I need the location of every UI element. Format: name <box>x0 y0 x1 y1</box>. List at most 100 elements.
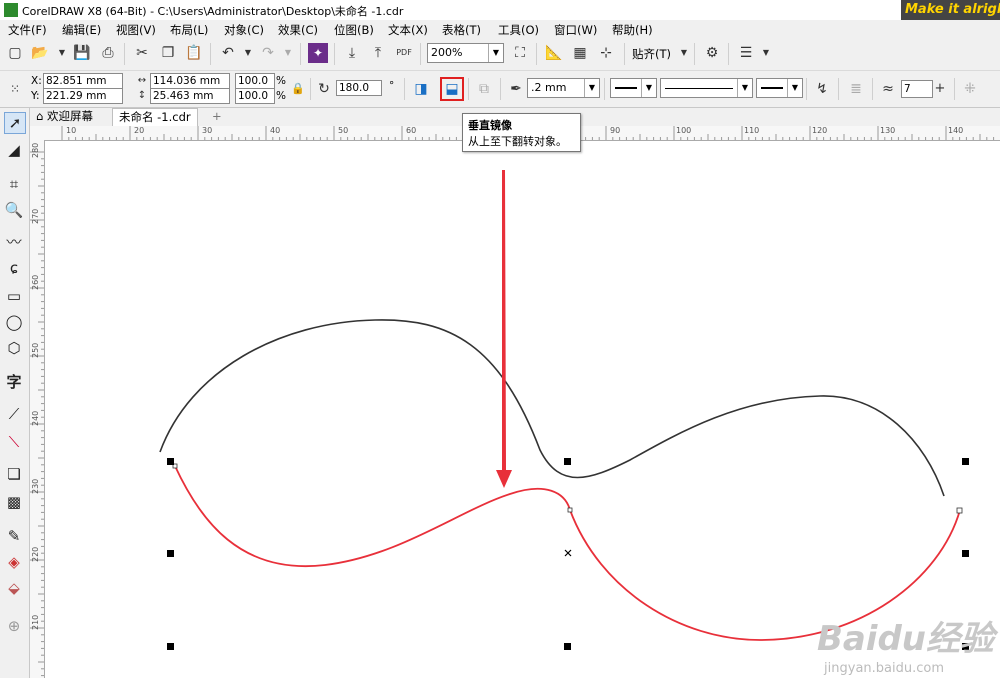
full-screen-icon[interactable]: ⛶ <box>510 43 530 63</box>
menu-table[interactable]: 表格(T) <box>442 22 481 38</box>
zoom-dropdown-icon[interactable]: ▼ <box>488 44 503 62</box>
cut-icon[interactable]: ✂ <box>132 43 152 63</box>
mirror-horizontal-icon[interactable]: ◨ <box>411 79 431 99</box>
polygon-tool-icon[interactable]: ⬡ <box>4 338 24 358</box>
end-arrowhead-line-icon <box>761 87 783 89</box>
end-arrowhead-combo[interactable]: ▼ <box>756 78 803 98</box>
menu-effects[interactable]: 效果(C) <box>278 22 318 38</box>
search-content-icon[interactable]: ✦ <box>308 43 328 63</box>
ruler-v-label: 280 <box>31 142 40 158</box>
line-style-dropdown-icon[interactable]: ▼ <box>737 79 752 97</box>
lock-ratio-icon[interactable]: 🔒 <box>288 79 308 99</box>
open-folder-icon[interactable]: 📂 <box>30 43 50 63</box>
menu-object[interactable]: 对象(C) <box>224 22 264 38</box>
connector-tool-icon[interactable]: ⟍ <box>4 432 24 452</box>
handle-top-left <box>167 458 174 465</box>
tab-document[interactable]: 未命名 -1.cdr <box>112 108 198 126</box>
menu-bitmaps[interactable]: 位图(B) <box>334 22 374 38</box>
redo-icon: ↷ <box>262 45 274 61</box>
ellipse-tool-icon[interactable]: ◯ <box>4 312 24 332</box>
menu-help[interactable]: 帮助(H) <box>612 22 653 38</box>
application-launcher-icon[interactable]: ☰ <box>736 43 756 63</box>
import-icon[interactable]: ⤓ <box>342 43 362 63</box>
crop-tool-icon[interactable]: ⌗ <box>4 174 24 194</box>
zoom-tool-icon[interactable]: 🔍 <box>4 200 24 220</box>
x-position-field[interactable]: 82.851 mm <box>43 73 123 89</box>
menu-edit[interactable]: 编辑(E) <box>62 22 101 38</box>
mirror-vertical-tooltip: 垂直镜像 从上至下翻转对象。 <box>462 113 581 152</box>
outline-width-dropdown-icon[interactable]: ▼ <box>584 79 599 97</box>
shape-tool-icon[interactable]: ◢ <box>4 140 24 160</box>
outline-pen-icon[interactable]: ✒ <box>506 79 526 99</box>
paste-icon[interactable]: 📋 <box>184 43 204 63</box>
home-icon: ⌂ <box>36 109 44 123</box>
start-arrowhead-combo[interactable]: ▼ <box>610 78 657 98</box>
parallel-dimension-icon[interactable]: ⟋ <box>4 404 24 424</box>
end-arrowhead-dropdown-icon[interactable]: ▼ <box>787 79 802 97</box>
rectangle-tool-icon[interactable]: ▭ <box>4 286 24 306</box>
copy-icon[interactable]: ❐ <box>158 43 178 63</box>
curve-mid-node <box>567 507 573 513</box>
scale-height-field[interactable]: 100.0 <box>235 88 275 104</box>
undo-icon[interactable]: ↶ <box>218 43 238 63</box>
menu-view[interactable]: 视图(V) <box>116 22 156 38</box>
print-icon[interactable]: ⎙ <box>98 43 118 63</box>
menu-text[interactable]: 文本(X) <box>388 22 428 38</box>
scale-width-field[interactable]: 100.0 <box>235 73 275 89</box>
undo-dropdown-icon[interactable]: ▼ <box>238 43 258 63</box>
y-position-field[interactable]: 221.29 mm <box>43 88 123 104</box>
launcher-dropdown-icon[interactable]: ▼ <box>756 43 776 63</box>
transparency-tool-icon[interactable]: ▩ <box>4 492 24 512</box>
menu-file[interactable]: 文件(F) <box>8 22 47 38</box>
smart-fill-icon[interactable]: ⬙ <box>4 578 24 598</box>
show-guidelines-icon[interactable]: ⊹ <box>596 43 616 63</box>
add-tool-icon[interactable]: ⊕ <box>4 616 24 636</box>
eyedropper-tool-icon[interactable]: ✎ <box>4 526 24 546</box>
options-gear-icon[interactable]: ⚙ <box>702 43 722 63</box>
line-style-combo[interactable]: ▼ <box>660 78 753 98</box>
freehand-tool-icon[interactable]: 〰 <box>4 232 24 252</box>
tab-welcome-screen[interactable]: ⌂ 欢迎屏幕 <box>30 108 99 125</box>
publish-pdf-icon[interactable]: PDF <box>394 43 414 63</box>
start-arrowhead-dropdown-icon[interactable]: ▼ <box>641 79 656 97</box>
ruler-origin[interactable] <box>30 126 44 140</box>
nodes-spread-icon: ⁜ <box>964 81 976 97</box>
snap-dropdown-icon[interactable]: ▼ <box>674 43 694 63</box>
reference-point-icon[interactable]: ⁙ <box>5 79 25 99</box>
ruler-v-label: 240 <box>31 410 40 426</box>
drop-shadow-icon[interactable]: ❏ <box>4 464 24 484</box>
artistic-media-icon[interactable]: ɕ <box>4 258 24 278</box>
ruler-h-label: 10 <box>66 126 77 135</box>
mirror-vertical-icon[interactable]: ⬓ <box>440 77 464 101</box>
height-field[interactable]: 25.463 mm <box>150 88 230 104</box>
zoom-level-combo[interactable]: 200% ▼ <box>427 43 504 63</box>
pick-tool-icon[interactable]: ➚ <box>4 112 26 134</box>
save-icon[interactable]: 💾 <box>72 43 92 63</box>
drawing-canvas[interactable]: Baidu经验 jingyan.baidu.com <box>45 141 1000 678</box>
text-tool-icon[interactable]: 字 <box>4 372 24 392</box>
outline-width-combo[interactable]: .2 mm ▼ <box>527 78 600 98</box>
open-dropdown-icon[interactable]: ▼ <box>52 43 72 63</box>
snap-to-button[interactable]: 贴齐(T) <box>632 46 671 62</box>
rotation-degree-label: ° <box>389 80 395 92</box>
add-tab-icon[interactable]: + <box>206 108 228 125</box>
menu-tools[interactable]: 工具(O) <box>498 22 539 38</box>
vertical-ruler[interactable]: 280 270 260 250 240 230 220 210 <box>30 140 45 678</box>
rotation-angle-field[interactable]: 180.0 <box>336 80 382 96</box>
reduce-nodes-icon[interactable]: ≈ <box>878 79 898 99</box>
smoothness-stepper-icon[interactable]: + <box>930 79 950 99</box>
close-curve-icon[interactable]: ↯ <box>812 79 832 99</box>
tooltip-description: 从上至下翻转对象。 <box>468 135 567 148</box>
menu-layout[interactable]: 布局(L) <box>170 22 208 38</box>
curve-smoothness-field[interactable]: 7 <box>901 80 933 98</box>
handle-bottom-left <box>167 643 174 650</box>
handle-middle-right <box>962 550 969 557</box>
menu-window[interactable]: 窗口(W) <box>554 22 597 38</box>
export-icon[interactable]: ⤒ <box>368 43 388 63</box>
show-rulers-icon[interactable]: 📐 <box>544 43 564 63</box>
show-grid-icon[interactable]: ▦ <box>570 43 590 63</box>
new-document-icon[interactable]: ▢ <box>5 43 25 63</box>
standard-toolbar: ▢ 📂 ▼ 💾 ⎙ ✂ ❐ 📋 ↶ ▼ ↷ ▼ ✦ ⤓ ⤒ PDF 200% ▼… <box>0 38 1000 71</box>
width-field[interactable]: 114.036 mm <box>150 73 230 89</box>
interactive-fill-icon[interactable]: ◈ <box>4 552 24 572</box>
